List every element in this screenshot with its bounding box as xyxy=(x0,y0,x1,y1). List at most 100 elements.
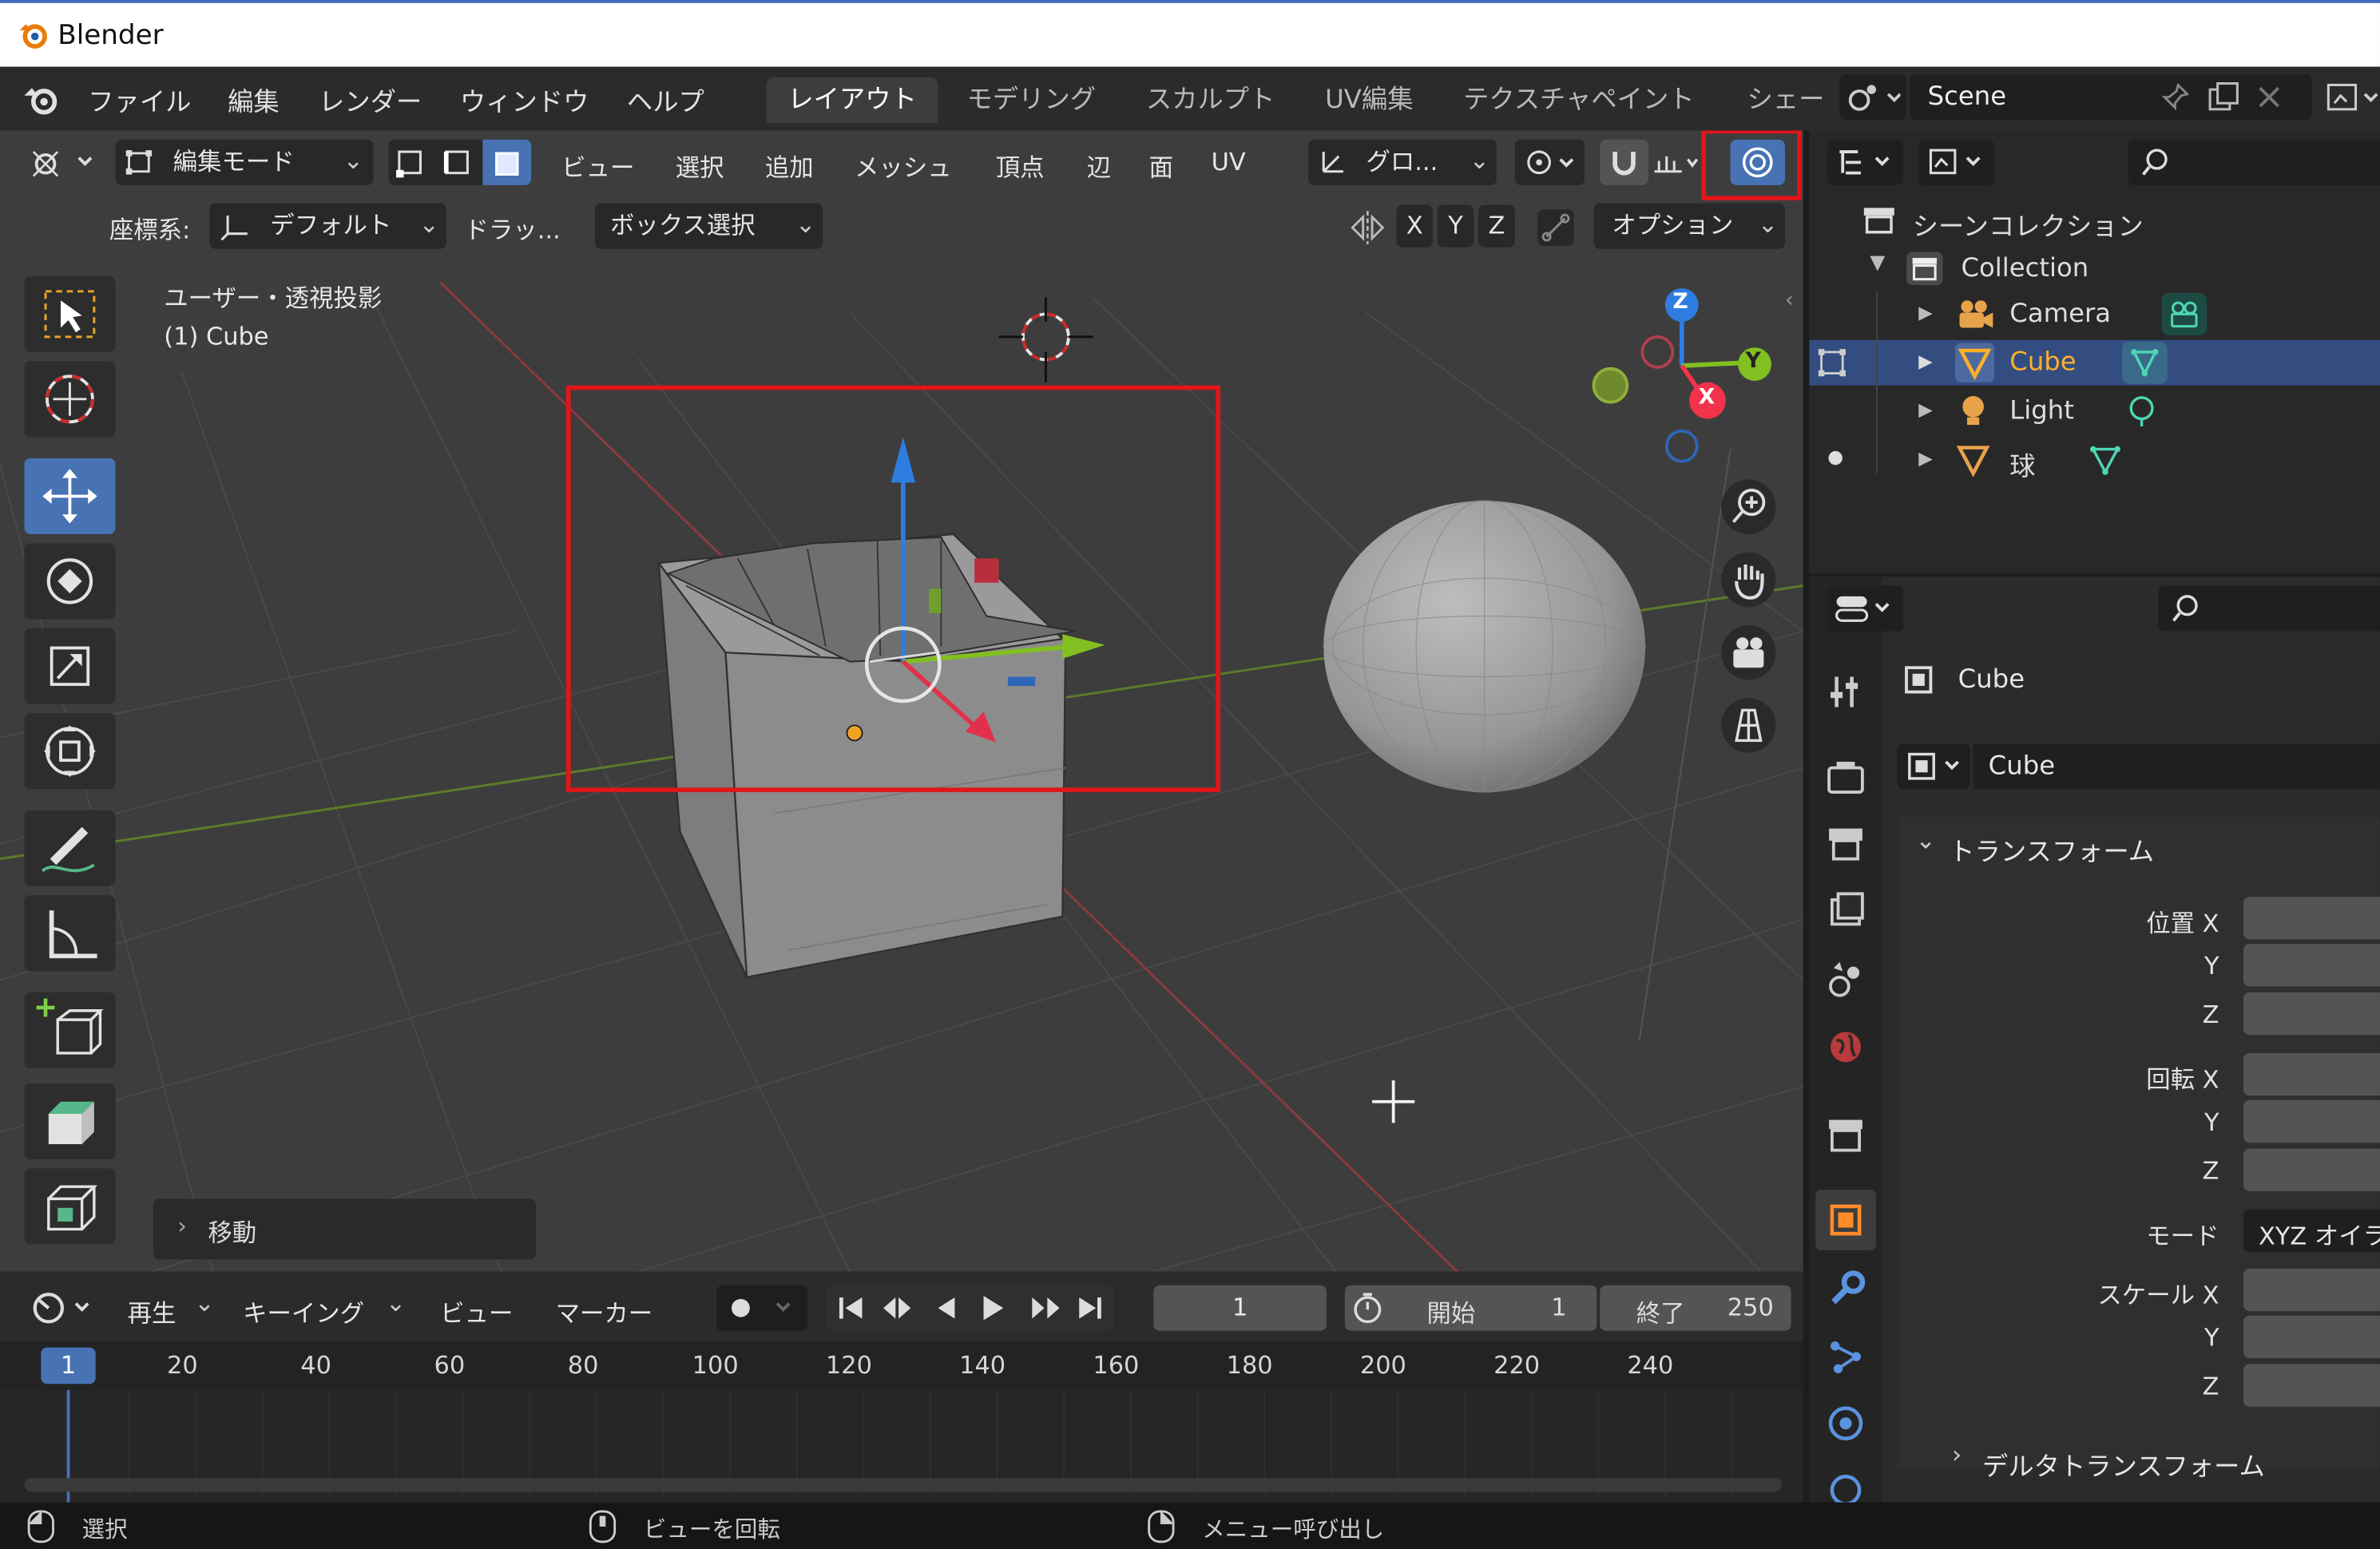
output-tab-icon[interactable] xyxy=(1824,822,1866,865)
play-reverse-button[interactable] xyxy=(923,1286,966,1331)
scale-y-field[interactable] xyxy=(2243,1315,2380,1358)
rotate-tool[interactable] xyxy=(24,543,116,620)
menu-select[interactable]: 選択 xyxy=(676,147,724,184)
scene-name-field[interactable]: Scene xyxy=(1909,74,2312,121)
new-scene-icon[interactable] xyxy=(2207,81,2240,114)
jump-to-next-keyframe-button[interactable] xyxy=(1020,1286,1062,1331)
scene-collection-label[interactable]: シーンコレクション xyxy=(1913,205,2144,243)
options-dropdown[interactable]: オプション ⌄ xyxy=(1593,203,1785,249)
current-frame-field[interactable]: 1 xyxy=(1153,1285,1327,1331)
jump-to-start-button[interactable] xyxy=(829,1286,871,1331)
timeline-menu-playback[interactable]: 再生 xyxy=(128,1293,177,1329)
modifier-tab-icon[interactable] xyxy=(1824,1269,1866,1311)
camera-view-button[interactable] xyxy=(1721,625,1776,680)
transform-header[interactable]: トランスフォーム xyxy=(1949,830,2154,868)
rotation-x-field[interactable] xyxy=(2243,1052,2380,1096)
menu-edit[interactable]: 編集 xyxy=(228,81,280,118)
rotation-z-field[interactable] xyxy=(2243,1148,2380,1191)
expand-icon[interactable]: ▶ xyxy=(1918,448,1933,469)
tab-layout[interactable]: レイアウト xyxy=(766,77,938,123)
mesh-data-icon[interactable] xyxy=(2121,341,2168,384)
tab-sculpt[interactable]: スカルプト xyxy=(1125,77,1296,123)
expand-icon[interactable]: ▶ xyxy=(1918,351,1933,372)
add-cube-tool[interactable] xyxy=(24,992,116,1068)
snap-target-dropdown[interactable] xyxy=(1648,140,1700,185)
sphere-mesh[interactable] xyxy=(1323,500,1646,793)
tab-uv-editing[interactable]: UV編集 xyxy=(1304,77,1435,123)
menu-face[interactable]: 面 xyxy=(1149,147,1173,184)
location-y-field[interactable] xyxy=(2243,944,2380,987)
move-tool[interactable] xyxy=(24,458,116,534)
navigation-gizmo[interactable] xyxy=(1592,288,1771,463)
inset-tool[interactable] xyxy=(24,1168,116,1245)
scale-z-field[interactable] xyxy=(2243,1364,2380,1407)
outliner-row-light[interactable]: ▶ Light xyxy=(1809,389,2380,434)
scale-x-field[interactable] xyxy=(2243,1268,2380,1312)
auto-merge-icon[interactable] xyxy=(1536,208,1575,247)
menu-render[interactable]: レンダー xyxy=(319,81,422,118)
location-x-field[interactable] xyxy=(2243,897,2380,940)
delta-transform-header[interactable]: デルタトランスフォーム xyxy=(1982,1444,2265,1483)
snap-toggle[interactable] xyxy=(1600,139,1648,185)
object-name-field[interactable]: Cube xyxy=(1973,743,2380,790)
chevron-down-icon[interactable]: ⌄ xyxy=(1915,826,1935,854)
annotate-tool[interactable] xyxy=(24,810,116,886)
coord-system-dropdown[interactable]: デフォルト ⌄ xyxy=(209,203,446,249)
vertex-select-icon[interactable] xyxy=(389,140,434,185)
tool-tab-icon[interactable] xyxy=(1824,671,1866,713)
measure-tool[interactable] xyxy=(24,895,116,972)
menu-help[interactable]: ヘルプ xyxy=(627,81,704,118)
menu-vertex[interactable]: 頂点 xyxy=(996,147,1045,184)
mode-dropdown[interactable]: 編集モード ⌄ xyxy=(115,139,374,185)
3d-viewport[interactable]: Z Y X 編集モード ⌄ ビュー 選択 追加 メッシュ 頂点 辺 面 UV グ… xyxy=(0,130,1803,1272)
camera-data-icon[interactable] xyxy=(2161,292,2207,336)
play-button[interactable] xyxy=(971,1286,1013,1331)
outliner-search-input[interactable] xyxy=(2128,139,2380,185)
pin-icon[interactable] xyxy=(2161,83,2189,111)
location-z-field[interactable] xyxy=(2243,992,2380,1036)
extrude-tool[interactable] xyxy=(24,1083,116,1159)
jump-to-end-button[interactable] xyxy=(1069,1286,1111,1331)
display-mode-dropdown[interactable] xyxy=(1918,139,1995,185)
mirror-x-toggle[interactable]: X xyxy=(1396,204,1434,248)
menu-window[interactable]: ウィンドウ xyxy=(460,81,589,118)
mirror-z-toggle[interactable]: Z xyxy=(1478,204,1515,248)
face-select-icon[interactable] xyxy=(482,139,532,185)
collapse-collection-icon[interactable]: ▼ xyxy=(1870,252,1885,275)
expand-icon[interactable]: ▶ xyxy=(1918,399,1933,421)
3d-cursor[interactable] xyxy=(998,297,1093,382)
transform-orientation-dropdown[interactable]: グロ... ⌄ xyxy=(1308,139,1497,185)
light-data-icon[interactable] xyxy=(2122,393,2161,430)
pivot-point-dropdown[interactable] xyxy=(1514,139,1585,185)
timeline-menu-marker[interactable]: マーカー xyxy=(556,1293,653,1329)
current-frame-marker[interactable]: 1 xyxy=(41,1347,96,1385)
physics-tab-icon[interactable] xyxy=(1824,1402,1866,1444)
mesh-data-icon[interactable] xyxy=(2085,442,2124,478)
collection-label[interactable]: Collection xyxy=(1961,253,2088,283)
timeline-track-area[interactable] xyxy=(0,1389,1803,1503)
world-tab-icon[interactable] xyxy=(1824,1026,1866,1068)
end-frame-field[interactable]: 終了 250 xyxy=(1600,1285,1791,1331)
zoom-button[interactable] xyxy=(1721,479,1776,534)
transform-tool[interactable] xyxy=(24,713,116,790)
expand-icon[interactable]: ▶ xyxy=(1918,302,1933,323)
blender-menu-icon[interactable] xyxy=(22,82,61,119)
constraints-tab-icon[interactable] xyxy=(1824,1466,1866,1503)
timeline-editor-type[interactable] xyxy=(22,1286,101,1331)
outliner-row-sphere[interactable]: ● ▶ 球 xyxy=(1809,437,2380,482)
delete-scene-icon[interactable] xyxy=(2255,84,2283,111)
menu-file[interactable]: ファイル xyxy=(88,81,191,118)
tab-texture-paint[interactable]: テクスチャペイント xyxy=(1442,77,1716,123)
edit-mode-indicator-icon[interactable] xyxy=(1815,346,1849,379)
operator-panel[interactable]: › 移動 xyxy=(153,1198,536,1260)
rotation-mode-dropdown[interactable]: XYZ オイラ xyxy=(2243,1209,2380,1252)
view-layer-icon[interactable] xyxy=(2322,82,2380,116)
particles-tab-icon[interactable] xyxy=(1824,1335,1866,1377)
perspective-toggle-button[interactable] xyxy=(1721,698,1776,753)
collection-tab-icon[interactable] xyxy=(1824,1114,1866,1156)
cursor-tool[interactable] xyxy=(24,361,116,438)
pan-button[interactable] xyxy=(1721,552,1776,608)
timeline-menu-keying[interactable]: キーイング xyxy=(243,1293,364,1329)
scale-tool[interactable] xyxy=(24,628,116,704)
start-frame-field[interactable]: 開始 1 xyxy=(1344,1285,1597,1331)
